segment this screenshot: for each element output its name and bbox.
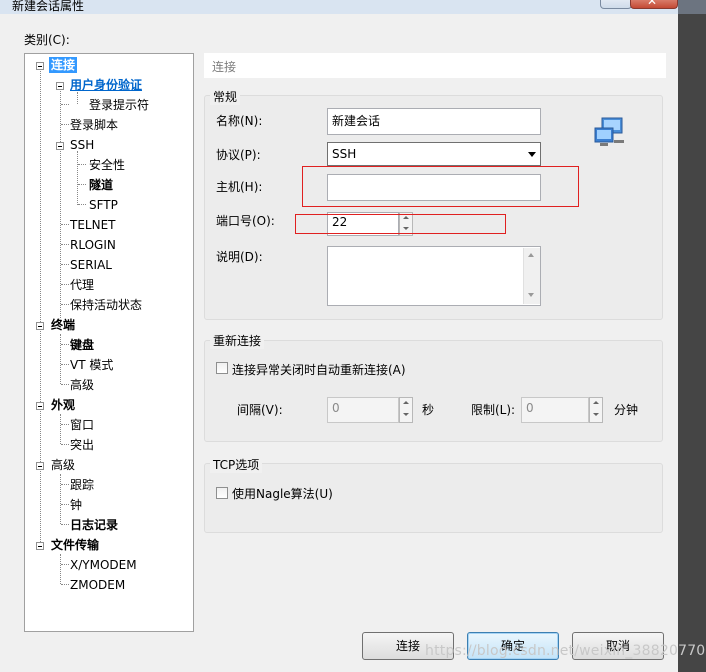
category-tree[interactable]: 连接 用户身份验证 登录提示符 登录脚本 SSH 安全性 隧道 SFTP TEL… <box>24 53 194 632</box>
tree-item-rlogin[interactable]: RLOGIN <box>70 237 116 253</box>
minutes-label: 分钟 <box>614 403 639 417</box>
auto-reconnect-checkbox[interactable] <box>216 362 228 374</box>
scroll-up-icon[interactable] <box>528 253 534 257</box>
window-title: 新建会话属性 <box>12 0 85 13</box>
tree-item-login-script[interactable]: 登录脚本 <box>70 117 118 133</box>
tree-item-logging[interactable]: 日志记录 <box>70 517 118 533</box>
tree-item-advanced[interactable]: 高级 <box>51 457 75 473</box>
interval-spinner[interactable] <box>399 397 413 423</box>
tree-item-vt-mode[interactable]: VT 模式 <box>70 357 113 373</box>
tree-item-terminal-advanced[interactable]: 高级 <box>70 377 94 393</box>
auto-reconnect-label: 连接异常关闭时自动重新连接(A) <box>232 363 406 377</box>
general-group-title: 常规 <box>210 88 241 105</box>
section-header <box>204 53 666 78</box>
chevron-down-icon <box>528 152 536 157</box>
reconnect-group <box>204 340 663 442</box>
spin-down-icon[interactable] <box>590 410 602 422</box>
expander-user-auth[interactable] <box>56 82 64 90</box>
expander-file-transfer[interactable] <box>36 542 44 550</box>
watermark: https://blog.csdn.net/weixin_38820770 <box>425 643 706 659</box>
expander-terminal[interactable] <box>36 322 44 330</box>
name-input[interactable]: 新建会话 <box>327 108 541 135</box>
tree-item-user-auth[interactable]: 用户身份验证 <box>70 77 142 93</box>
nagle-label: 使用Nagle算法(U) <box>232 487 333 501</box>
protocol-label: 协议(P): <box>216 148 261 162</box>
host-label: 主机(H): <box>216 180 263 194</box>
interval-input[interactable]: 0 <box>327 397 399 423</box>
tree-item-login-prompt[interactable]: 登录提示符 <box>89 97 149 113</box>
name-label: 名称(N): <box>216 114 263 128</box>
spin-up-icon[interactable] <box>590 398 602 410</box>
tree-item-proxy[interactable]: 代理 <box>70 277 94 293</box>
port-highlight-box <box>295 214 506 234</box>
description-scrollbar[interactable] <box>523 248 540 304</box>
nagle-checkbox[interactable] <box>216 487 228 499</box>
expander-appearance[interactable] <box>36 402 44 410</box>
tree-item-keyboard[interactable]: 键盘 <box>70 337 94 353</box>
network-computer-icon <box>594 117 624 146</box>
category-label: 类别(C): <box>24 33 70 47</box>
tree-item-connection[interactable]: 连接 <box>49 57 78 73</box>
expander-ssh[interactable] <box>56 142 64 150</box>
tcp-group-title: TCP选项 <box>210 456 263 473</box>
port-label: 端口号(O): <box>216 214 275 228</box>
tree-item-ssh[interactable]: SSH <box>70 137 94 153</box>
host-highlight-box <box>302 166 579 207</box>
expander-connection[interactable] <box>36 62 44 70</box>
tree-item-tunnel[interactable]: 隧道 <box>89 177 113 193</box>
limit-label: 限制(L): <box>471 403 516 417</box>
background-window-edge-lower <box>678 14 706 672</box>
spin-up-icon[interactable] <box>400 398 412 410</box>
interval-label: 间隔(V): <box>237 403 283 417</box>
tree-item-zmodem[interactable]: ZMODEM <box>70 577 125 593</box>
tree-item-terminal[interactable]: 终端 <box>51 317 75 333</box>
tree-item-xymodem[interactable]: X/YMODEM <box>70 557 137 573</box>
limit-spinner[interactable] <box>589 397 603 423</box>
close-icon: ✕ <box>647 0 658 8</box>
description-input[interactable] <box>327 246 541 306</box>
tree-item-appearance[interactable]: 外观 <box>51 397 75 413</box>
tree-item-bell[interactable]: 钟 <box>70 497 82 513</box>
tree-item-security[interactable]: 安全性 <box>89 157 125 173</box>
protocol-select[interactable]: SSH <box>327 142 541 166</box>
tree-item-trace[interactable]: 跟踪 <box>70 477 94 493</box>
reconnect-group-title: 重新连接 <box>210 332 265 349</box>
tree-item-serial[interactable]: SERIAL <box>70 257 112 273</box>
tree-item-window[interactable]: 窗口 <box>70 417 94 433</box>
section-header-title: 连接 <box>212 60 237 74</box>
limit-input[interactable]: 0 <box>521 397 589 423</box>
description-label: 说明(D): <box>216 250 263 264</box>
spin-down-icon[interactable] <box>400 410 412 422</box>
tree-item-telnet[interactable]: TELNET <box>70 217 116 233</box>
tree-item-keepalive[interactable]: 保持活动状态 <box>70 297 142 313</box>
scroll-down-icon[interactable] <box>528 293 534 297</box>
tree-item-highlight[interactable]: 突出 <box>70 437 94 453</box>
expander-advanced[interactable] <box>36 462 44 470</box>
help-button[interactable] <box>600 0 632 9</box>
tree-item-sftp[interactable]: SFTP <box>89 197 118 213</box>
seconds-label: 秒 <box>422 403 435 417</box>
tree-item-file-transfer[interactable]: 文件传输 <box>51 537 99 553</box>
